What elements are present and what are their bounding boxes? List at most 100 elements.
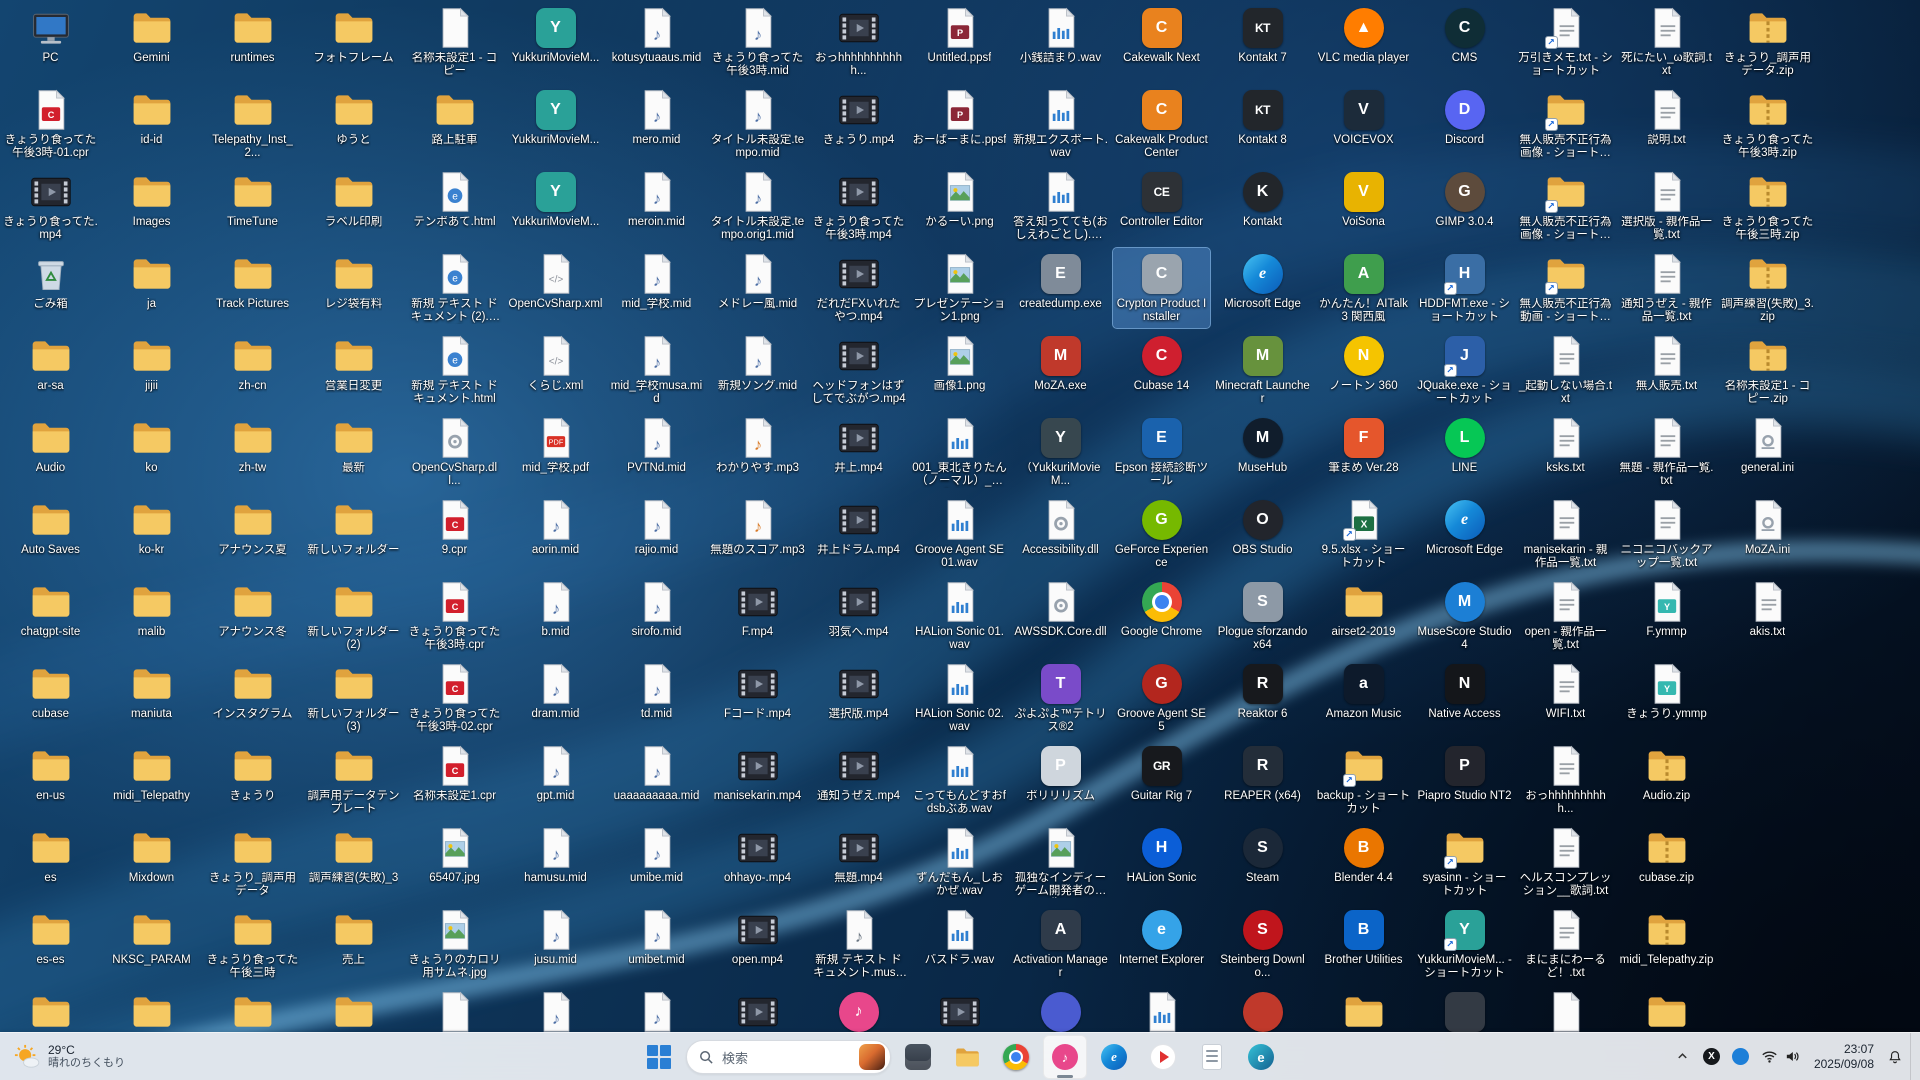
desktop-icon[interactable]: runtimes: [204, 2, 301, 82]
taskbar-teal-browser[interactable]: e: [1239, 1035, 1283, 1079]
desktop-icon[interactable]: AWSSDK.Core.dll: [1012, 576, 1109, 656]
desktop[interactable]: PC Gemini runtimes フォトフレーム 名称未設定1 - コピー Y Yukk…: [0, 0, 1920, 1032]
desktop-icon[interactable]: X ↗ 9.5.xlsx - ショートカット: [1315, 494, 1412, 574]
desktop-icon[interactable]: jijii: [103, 330, 200, 410]
desktop-icon[interactable]: V VoiSona: [1315, 166, 1412, 246]
desktop-icon[interactable]: zh-tw: [204, 412, 301, 492]
desktop-icon[interactable]: 65407.jpg: [406, 822, 503, 902]
desktop-icon[interactable]: きょうり食ってた午後三時: [204, 904, 301, 984]
desktop-icon[interactable]: cubase.zip: [1618, 822, 1715, 902]
desktop-icon[interactable]: [1618, 986, 1715, 1032]
desktop-icon[interactable]: 孤独なインディーゲーム開発者の一生...: [1012, 822, 1109, 902]
desktop-icon[interactable]: ↗ 無人販売不正行為画像 - ショートカット: [1517, 166, 1614, 246]
desktop-icon[interactable]: ♪ uaaaaaaaaa.mid: [608, 740, 705, 820]
desktop-icon[interactable]: [1315, 986, 1412, 1032]
desktop-icon[interactable]: e Microsoft Edge: [1214, 248, 1311, 328]
desktop-icon[interactable]: A かんたん！AITalk 3 関西風: [1315, 248, 1412, 328]
desktop-icon[interactable]: レジ袋有料: [305, 248, 402, 328]
desktop-icon[interactable]: N Native Access: [1416, 658, 1513, 738]
desktop-icon[interactable]: ♪ rajio.mid: [608, 494, 705, 574]
desktop-icon[interactable]: _起動しない場合.txt: [1517, 330, 1614, 410]
desktop-icon[interactable]: </> くらじ.xml: [507, 330, 604, 410]
desktop-icon[interactable]: ♪ 新規ソング.mid: [709, 330, 806, 410]
desktop-icon[interactable]: 無題.mp4: [810, 822, 907, 902]
desktop-icon[interactable]: [204, 986, 301, 1032]
desktop-icon[interactable]: open - 親作品一覧.txt: [1517, 576, 1614, 656]
desktop-icon[interactable]: Track Pictures: [204, 248, 301, 328]
desktop-icon[interactable]: ja: [103, 248, 200, 328]
desktop-icon[interactable]: TimeTune: [204, 166, 301, 246]
desktop-icon[interactable]: D Discord: [1416, 84, 1513, 164]
desktop-icon[interactable]: ♪ hamusu.mid: [507, 822, 604, 902]
desktop-icon[interactable]: ♪ meroin.mid: [608, 166, 705, 246]
desktop-icon[interactable]: PC: [2, 2, 99, 82]
desktop-icon[interactable]: V VOICEVOX: [1315, 84, 1412, 164]
desktop-icon[interactable]: WIFI.txt: [1517, 658, 1614, 738]
taskbar-app-window-dark[interactable]: [896, 1035, 940, 1079]
desktop-icon[interactable]: ♪ umibe.mid: [608, 822, 705, 902]
desktop-icon[interactable]: S Steam: [1214, 822, 1311, 902]
desktop-icon[interactable]: es-es: [2, 904, 99, 984]
desktop-icon[interactable]: K Kontakt: [1214, 166, 1311, 246]
desktop-icon[interactable]: airset2-2019: [1315, 576, 1412, 656]
desktop-icon[interactable]: ksks.txt: [1517, 412, 1614, 492]
desktop-icon[interactable]: ♪: [810, 986, 907, 1032]
desktop-icon[interactable]: 選択版 - 親作品一覧.txt: [1618, 166, 1715, 246]
desktop-icon[interactable]: ♪ td.mid: [608, 658, 705, 738]
desktop-icon[interactable]: バスドラ.wav: [911, 904, 1008, 984]
desktop-icon[interactable]: S Plogue sforzando x64: [1214, 576, 1311, 656]
desktop-icon[interactable]: ♪ 新規 テキスト ドキュメント.musicxml: [810, 904, 907, 984]
desktop-icon[interactable]: 調声練習(失敗)_3.zip: [1719, 248, 1816, 328]
desktop-icon[interactable]: きょうり食ってた.mp4: [2, 166, 99, 246]
desktop-icon[interactable]: e 新規 テキスト ドキュメント.html: [406, 330, 503, 410]
desktop-icon[interactable]: だれだFXいれたやつ.mp4: [810, 248, 907, 328]
desktop-icon[interactable]: ↗ syasinn - ショートカット: [1416, 822, 1513, 902]
desktop-icon[interactable]: ♪ sirofo.mid: [608, 576, 705, 656]
desktop-icon[interactable]: 死にたい_ω歌詞.txt: [1618, 2, 1715, 82]
desktop-icon[interactable]: [103, 986, 200, 1032]
desktop-icon[interactable]: 調声練習(失敗)_3: [305, 822, 402, 902]
desktop-icon[interactable]: J ↗ JQuake.exe - ショートカット: [1416, 330, 1513, 410]
desktop-icon[interactable]: C Cubase 14: [1113, 330, 1210, 410]
desktop-icon[interactable]: おっhhhhhhhhhh...: [1517, 740, 1614, 820]
desktop-icon[interactable]: きょうり_調声用データ.zip: [1719, 2, 1816, 82]
desktop-icon[interactable]: ♪ jusu.mid: [507, 904, 604, 984]
desktop-icon[interactable]: 小銭詰まり.wav: [1012, 2, 1109, 82]
desktop-icon[interactable]: ♪ タイトル未設定.tempo.orig1.mid: [709, 166, 806, 246]
desktop-icon[interactable]: C きょうり食ってた午後3時.cpr: [406, 576, 503, 656]
desktop-icon[interactable]: ニコニコバックアップ一覧.txt: [1618, 494, 1715, 574]
taskbar-google-chrome[interactable]: [994, 1035, 1038, 1079]
desktop-icon[interactable]: en-us: [2, 740, 99, 820]
desktop-icon[interactable]: ごみ箱: [2, 248, 99, 328]
desktop-icon[interactable]: e Internet Explorer: [1113, 904, 1210, 984]
desktop-icon[interactable]: [2, 986, 99, 1032]
desktop-icon[interactable]: B Blender 4.4: [1315, 822, 1412, 902]
desktop-icon[interactable]: ♪ b.mid: [507, 576, 604, 656]
desktop-icon[interactable]: ♪ タイトル未設定.tempo.mid: [709, 84, 806, 164]
desktop-icon[interactable]: 井上.mp4: [810, 412, 907, 492]
desktop-icon[interactable]: F 筆まめ Ver.28: [1315, 412, 1412, 492]
desktop-icon[interactable]: きょうり.mp4: [810, 84, 907, 164]
desktop-icon[interactable]: 新しいフォルダー (3): [305, 658, 402, 738]
taskbar-notes-app[interactable]: [1190, 1035, 1234, 1079]
desktop-icon[interactable]: ar-sa: [2, 330, 99, 410]
desktop-icon[interactable]: e テンポあて.html: [406, 166, 503, 246]
tray-x-app-button[interactable]: X: [1698, 1037, 1725, 1077]
desktop-icon[interactable]: N ノートン 360: [1315, 330, 1412, 410]
desktop-icon[interactable]: H HALion Sonic: [1113, 822, 1210, 902]
search-box[interactable]: 検索: [686, 1040, 891, 1074]
desktop-icon[interactable]: アナウンス冬: [204, 576, 301, 656]
desktop-icon[interactable]: [1517, 986, 1614, 1032]
desktop-icon[interactable]: Y YukkuriMovieM...: [507, 2, 604, 82]
desktop-icon[interactable]: E Epson 接続診断ツール: [1113, 412, 1210, 492]
desktop-icon[interactable]: Google Chrome: [1113, 576, 1210, 656]
desktop-icon[interactable]: e 新規 テキスト ドキュメント (2).html: [406, 248, 503, 328]
desktop-icon[interactable]: Accessibility.dll: [1012, 494, 1109, 574]
desktop-icon[interactable]: きょうり食ってた午後3時.zip: [1719, 84, 1816, 164]
desktop-icon[interactable]: かるーい.png: [911, 166, 1008, 246]
desktop-icon[interactable]: 最新: [305, 412, 402, 492]
desktop-icon[interactable]: ヘッドフォンはずしてでぶがつ.mp4: [810, 330, 907, 410]
desktop-icon[interactable]: M Minecraft Launcher: [1214, 330, 1311, 410]
desktop-icon[interactable]: midi_Telepathy: [103, 740, 200, 820]
desktop-icon[interactable]: ↗ 無人販売不正行為画像 - ショートカッ...: [1517, 84, 1614, 164]
